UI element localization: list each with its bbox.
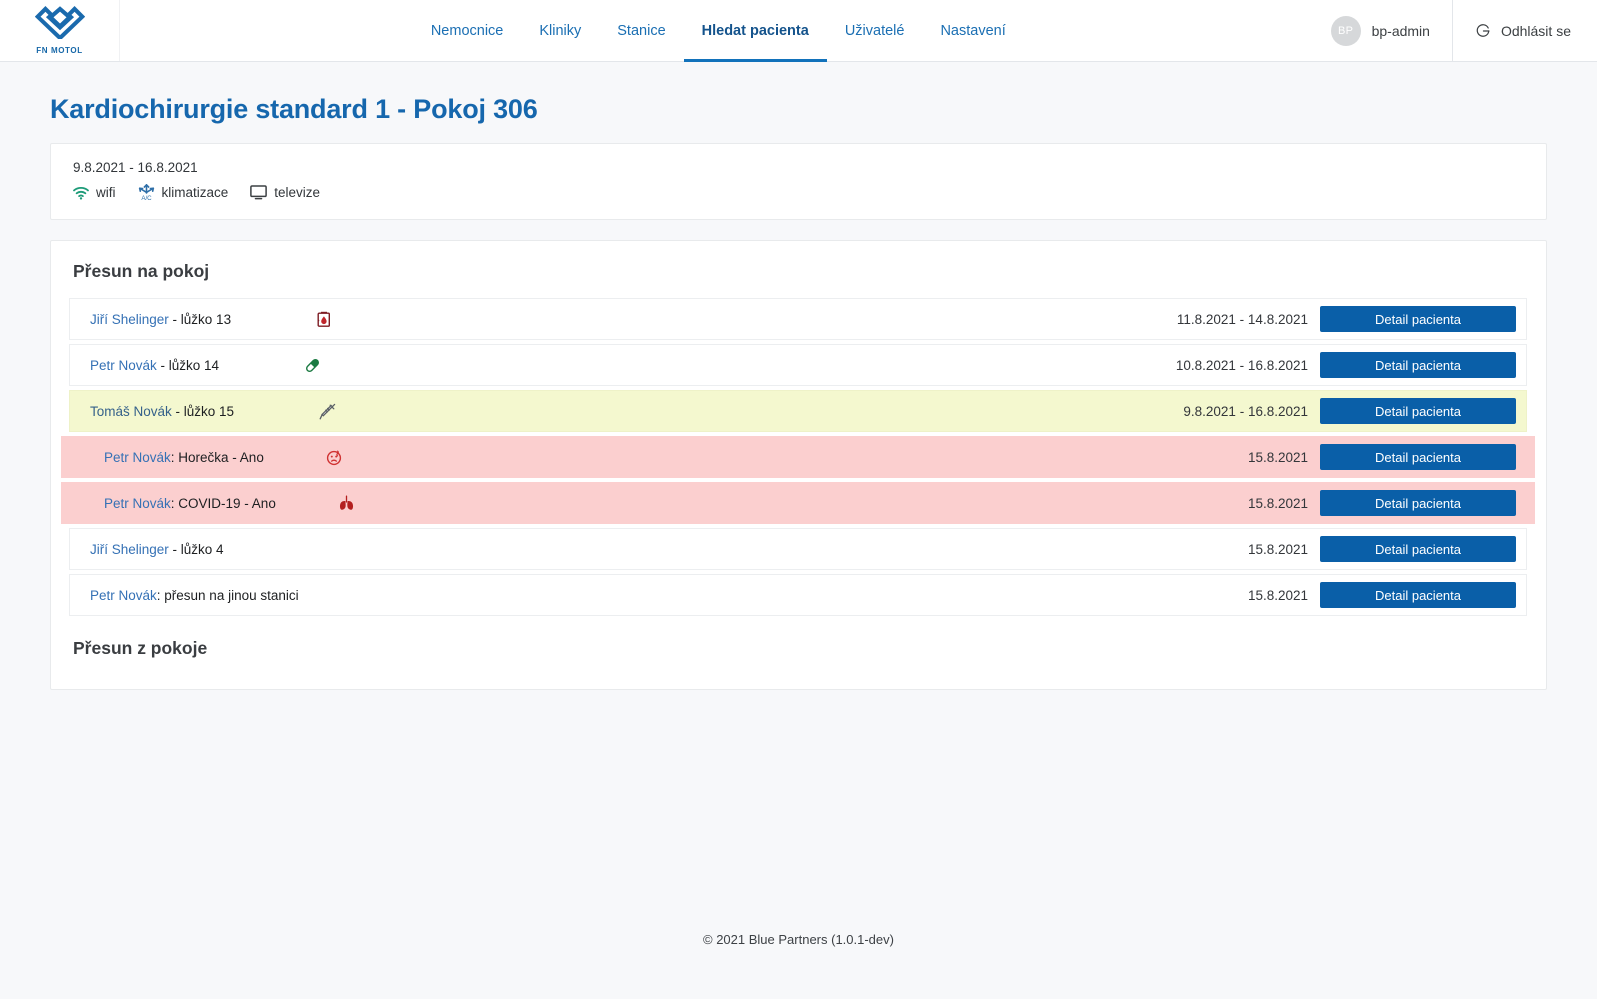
section-title-transfer-in: Přesun na pokoj xyxy=(73,261,210,281)
table-row[interactable]: Petr Novák: Horečka - Ano 15.8.2021 Deta… xyxy=(61,436,1535,478)
row-suffix: - lůžko 13 xyxy=(168,311,232,327)
logout-button[interactable]: Odhlásit se xyxy=(1453,0,1597,61)
room-info-card: 9.8.2021 - 16.8.2021 wifi A/C klimatizac… xyxy=(50,143,1547,220)
table-row[interactable]: Petr Novák: COVID-19 - Ano 15.8.2021 Det… xyxy=(61,482,1535,524)
row-patient-label: Jiří Shelinger - lůžko 13 xyxy=(70,312,231,327)
main-navigation: Nemocnice Kliniky Stanice Hledat pacient… xyxy=(120,0,1317,62)
svg-text:A/C: A/C xyxy=(141,195,152,201)
row-suffix: : Horečka - Ano xyxy=(170,449,264,465)
patient-detail-button[interactable]: Detail pacienta xyxy=(1320,306,1516,332)
user-area: BP bp-admin Odhlásit se xyxy=(1317,0,1597,61)
brand-name: FN MOTOL xyxy=(36,46,83,55)
amenity-televize: televize xyxy=(250,185,320,200)
patient-detail-button[interactable]: Detail pacienta xyxy=(1320,398,1516,424)
room-date-range: 9.8.2021 - 16.8.2021 xyxy=(73,160,198,175)
section-title-transfer-out: Přesun z pokoje xyxy=(73,638,208,658)
avatar: BP xyxy=(1330,15,1361,46)
row-suffix: - lůžko 4 xyxy=(168,541,224,557)
transfers-card: Přesun na pokoj Jiří Shelinger - lůžko 1… xyxy=(50,240,1547,690)
patient-detail-button[interactable]: Detail pacienta xyxy=(1320,352,1516,378)
patient-detail-button[interactable]: Detail pacienta xyxy=(1320,536,1516,562)
table-row[interactable]: Petr Novák - lůžko 14 10.8.2021 - 16.8.2… xyxy=(69,344,1527,386)
row-patient-label: Petr Novák: přesun na jinou stanici xyxy=(70,588,299,603)
row-date: 10.8.2021 - 16.8.2021 xyxy=(1175,357,1308,373)
username-label: bp-admin xyxy=(1371,22,1430,39)
patient-detail-button[interactable]: Detail pacienta xyxy=(1320,490,1516,516)
row-date: 11.8.2021 - 14.8.2021 xyxy=(1176,311,1308,327)
amenity-label-televize: televize xyxy=(274,185,321,200)
air-conditioning-icon: A/C xyxy=(138,184,155,201)
row-date: 15.8.2021 xyxy=(1247,587,1308,603)
row-suffix: - lůžko 15 xyxy=(171,403,235,419)
room-amenities: wifi A/C klimatizace televize xyxy=(63,184,1534,201)
fn-motol-logo-icon xyxy=(34,6,85,44)
row-suffix: : COVID-19 - Ano xyxy=(170,495,276,511)
pill-icon xyxy=(299,357,325,374)
app-header: FN MOTOL Nemocnice Kliniky Stanice Hleda… xyxy=(0,0,1597,62)
row-patient-label: Petr Novák: Horečka - Ano xyxy=(62,450,264,465)
patient-link[interactable]: Petr Novák xyxy=(90,588,157,603)
page-title: Kardiochirurgie standard 1 - Pokoj 306 xyxy=(50,94,538,124)
footer: © 2021 Blue Partners (1.0.1-dev) xyxy=(703,932,894,947)
row-date: 15.8.2021 xyxy=(1247,449,1308,465)
row-date: 15.8.2021 xyxy=(1247,541,1308,557)
brand-logo[interactable]: FN MOTOL xyxy=(0,0,120,61)
patient-link[interactable]: Petr Novák xyxy=(90,358,157,373)
nav-item-nastaveni[interactable]: Nastavení xyxy=(922,0,1023,61)
nav-item-uzivatele[interactable]: Uživatelé xyxy=(827,0,923,61)
row-suffix: : přesun na jinou stanici xyxy=(156,587,299,603)
row-patient-label: Petr Novák - lůžko 14 xyxy=(70,358,219,373)
amenity-klimatizace: A/C klimatizace xyxy=(138,184,229,201)
patient-link[interactable]: Tomáš Novák xyxy=(90,404,172,419)
page-container: Kardiochirurgie standard 1 - Pokoj 306 9… xyxy=(0,94,1597,690)
patient-link[interactable]: Jiří Shelinger xyxy=(90,542,169,557)
row-date: 9.8.2021 - 16.8.2021 xyxy=(1183,403,1308,419)
amenity-label-klimatizace: klimatizace xyxy=(161,185,229,200)
row-date: 15.8.2021 xyxy=(1247,495,1308,511)
table-row[interactable]: Tomáš Novák - lůžko 15 9.8.2021 - 16.8.2… xyxy=(69,390,1527,432)
syringe-icon xyxy=(314,403,340,420)
row-patient-label: Petr Novák: COVID-19 - Ano xyxy=(62,496,276,511)
nav-item-nemocnice[interactable]: Nemocnice xyxy=(413,0,522,61)
table-row[interactable]: Jiří Shelinger - lůžko 13 11.8.2021 - 14… xyxy=(69,298,1527,340)
patient-link[interactable]: Petr Novák xyxy=(104,496,171,511)
wifi-icon xyxy=(73,186,89,200)
row-suffix: - lůžko 14 xyxy=(156,357,220,373)
blood-bag-icon xyxy=(311,311,337,328)
television-icon xyxy=(250,185,268,200)
nav-item-hledat-pacienta[interactable]: Hledat pacienta xyxy=(683,0,827,62)
lungs-icon xyxy=(334,495,360,511)
amenity-wifi: wifi xyxy=(73,185,116,200)
fever-face-icon xyxy=(322,449,348,466)
patient-detail-button[interactable]: Detail pacienta xyxy=(1320,582,1516,608)
user-menu[interactable]: BP bp-admin xyxy=(1317,0,1453,61)
logout-label: Odhlásit se xyxy=(1500,22,1571,39)
logout-icon xyxy=(1475,23,1491,39)
patient-detail-button[interactable]: Detail pacienta xyxy=(1320,444,1516,470)
table-row[interactable]: Jiří Shelinger - lůžko 4 15.8.2021 Detai… xyxy=(69,528,1527,570)
nav-item-kliniky[interactable]: Kliniky xyxy=(521,0,599,61)
row-patient-label: Jiří Shelinger - lůžko 4 xyxy=(70,542,224,557)
table-row[interactable]: Petr Novák: přesun na jinou stanici 15.8… xyxy=(69,574,1527,616)
transfer-in-list: Jiří Shelinger - lůžko 13 11.8.2021 - 14… xyxy=(61,298,1536,620)
patient-link[interactable]: Petr Novák xyxy=(104,450,171,465)
row-patient-label: Tomáš Novák - lůžko 15 xyxy=(70,404,234,419)
patient-link[interactable]: Jiří Shelinger xyxy=(90,312,169,327)
nav-item-stanice[interactable]: Stanice xyxy=(599,0,683,61)
amenity-label-wifi: wifi xyxy=(96,185,116,200)
